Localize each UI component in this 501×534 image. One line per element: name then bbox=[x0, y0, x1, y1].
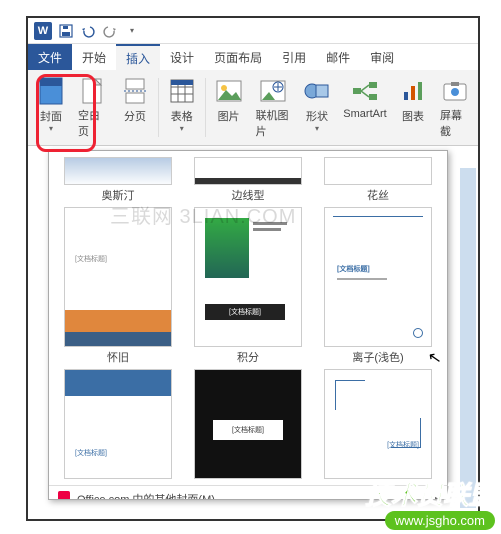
online-picture-button[interactable]: 联机图片 bbox=[250, 74, 296, 141]
undo-icon[interactable] bbox=[80, 23, 96, 39]
cover-label: 花丝 bbox=[367, 187, 389, 203]
dropdown-arrow-icon: ▾ bbox=[180, 124, 184, 133]
shapes-label: 形状 bbox=[306, 108, 328, 124]
chart-icon bbox=[398, 76, 428, 106]
cover-item-filigree[interactable]: 花丝 bbox=[315, 157, 441, 203]
smartart-icon bbox=[350, 76, 380, 106]
page-break-label: 分页 bbox=[124, 108, 146, 124]
picture-label: 图片 bbox=[218, 108, 240, 124]
save-icon[interactable] bbox=[58, 23, 74, 39]
tab-layout[interactable]: 页面布局 bbox=[204, 44, 272, 70]
cover-label: 奥斯汀 bbox=[102, 187, 135, 203]
cover-item-row3a[interactable]: [文档标题] bbox=[55, 369, 181, 479]
thumb-title-placeholder: [文档标题] bbox=[387, 440, 419, 450]
smartart-button[interactable]: SmartArt bbox=[338, 74, 392, 141]
office-icon bbox=[57, 490, 71, 500]
screenshot-icon bbox=[440, 76, 470, 105]
chart-button[interactable]: 图表 bbox=[392, 74, 434, 141]
thumb-title-placeholder: [文档标题] bbox=[213, 420, 283, 440]
table-icon bbox=[167, 76, 197, 106]
shapes-button[interactable]: 形状 ▾ bbox=[296, 74, 338, 141]
cover-item-row3c[interactable]: [文档标题] bbox=[315, 369, 441, 479]
gallery-grid: 奥斯汀 边线型 花丝 [文档标题] 怀旧 [文档标题] bbox=[49, 151, 447, 485]
cover-label: 怀旧 bbox=[107, 349, 129, 365]
cover-item-row3b[interactable]: [文档标题] bbox=[185, 369, 311, 479]
tab-insert[interactable]: 插入 bbox=[116, 44, 160, 70]
ribbon-insert: 封面 ▾ 空白页 分页 表格 ▾ 图片 联机图片 形状 ▾ bbox=[28, 70, 478, 146]
ribbon-separator bbox=[205, 78, 206, 137]
thumb-title-placeholder: [文档标题] bbox=[337, 264, 370, 274]
tab-file[interactable]: 文件 bbox=[28, 44, 72, 70]
screenshot-label: 屏幕截 bbox=[440, 107, 470, 139]
thumb-title-placeholder: [文档标题] bbox=[75, 254, 107, 264]
picture-button[interactable]: 图片 bbox=[208, 74, 250, 141]
tab-design[interactable]: 设计 bbox=[160, 44, 204, 70]
document-canvas bbox=[460, 168, 476, 508]
cover-item-integral[interactable]: [文档标题] 积分 bbox=[185, 207, 311, 365]
table-label: 表格 bbox=[171, 108, 193, 124]
cover-item-retrospect[interactable]: [文档标题] 怀旧 bbox=[55, 207, 181, 365]
blank-page-icon bbox=[78, 76, 108, 105]
page-break-icon bbox=[120, 76, 150, 106]
thumb-title-placeholder: [文档标题] bbox=[205, 304, 285, 320]
dropdown-arrow-icon: ▾ bbox=[49, 124, 53, 133]
blank-page-button[interactable]: 空白页 bbox=[72, 74, 114, 141]
ribbon-tabs: 文件 开始 插入 设计 页面布局 引用 邮件 审阅 bbox=[28, 44, 478, 70]
quick-access-toolbar: W ▾ bbox=[28, 18, 478, 44]
cover-item-ion-light[interactable]: [文档标题] 离子(浅色) bbox=[315, 207, 441, 365]
cover-label: 离子(浅色) bbox=[352, 349, 403, 365]
cover-item-sideline[interactable]: 边线型 bbox=[185, 157, 311, 203]
shapes-icon bbox=[302, 76, 332, 106]
cover-label: 积分 bbox=[237, 349, 259, 365]
word-icon: W bbox=[34, 22, 52, 40]
cover-label: 边线型 bbox=[232, 187, 265, 203]
table-button[interactable]: 表格 ▾ bbox=[161, 74, 203, 141]
site-logo-overlay: 技术员联盟 www.jsgho.com bbox=[365, 475, 495, 530]
picture-icon bbox=[214, 76, 244, 106]
redo-icon[interactable] bbox=[102, 23, 118, 39]
mouse-cursor-icon: ↖ bbox=[426, 347, 443, 369]
screenshot-button[interactable]: 屏幕截 bbox=[434, 74, 476, 141]
dropdown-arrow-icon: ▾ bbox=[315, 124, 319, 133]
tab-home[interactable]: 开始 bbox=[72, 44, 116, 70]
tab-mailings[interactable]: 邮件 bbox=[316, 44, 360, 70]
cover-page-label: 封面 bbox=[40, 108, 62, 124]
ribbon-separator bbox=[158, 78, 159, 137]
tab-references[interactable]: 引用 bbox=[272, 44, 316, 70]
chart-label: 图表 bbox=[402, 108, 424, 124]
online-picture-label: 联机图片 bbox=[256, 107, 290, 139]
cover-page-icon bbox=[36, 76, 66, 106]
online-picture-icon bbox=[258, 76, 288, 105]
smartart-label: SmartArt bbox=[343, 108, 386, 120]
cover-page-gallery: 奥斯汀 边线型 花丝 [文档标题] 怀旧 [文档标题] bbox=[48, 150, 448, 500]
tab-review[interactable]: 审阅 bbox=[360, 44, 404, 70]
cover-page-button[interactable]: 封面 ▾ bbox=[30, 74, 72, 141]
thumb-title-placeholder: [文档标题] bbox=[75, 448, 107, 458]
qat-customize-icon[interactable]: ▾ bbox=[124, 23, 140, 39]
more-covers-label: Office.com 中的其他封面(M) bbox=[77, 491, 215, 501]
page-break-button[interactable]: 分页 bbox=[114, 74, 156, 141]
overlay-title: 技术员联盟 bbox=[365, 475, 495, 512]
overlay-url: www.jsgho.com bbox=[385, 511, 495, 530]
blank-page-label: 空白页 bbox=[78, 107, 108, 139]
cover-item-austin[interactable]: 奥斯汀 bbox=[55, 157, 181, 203]
